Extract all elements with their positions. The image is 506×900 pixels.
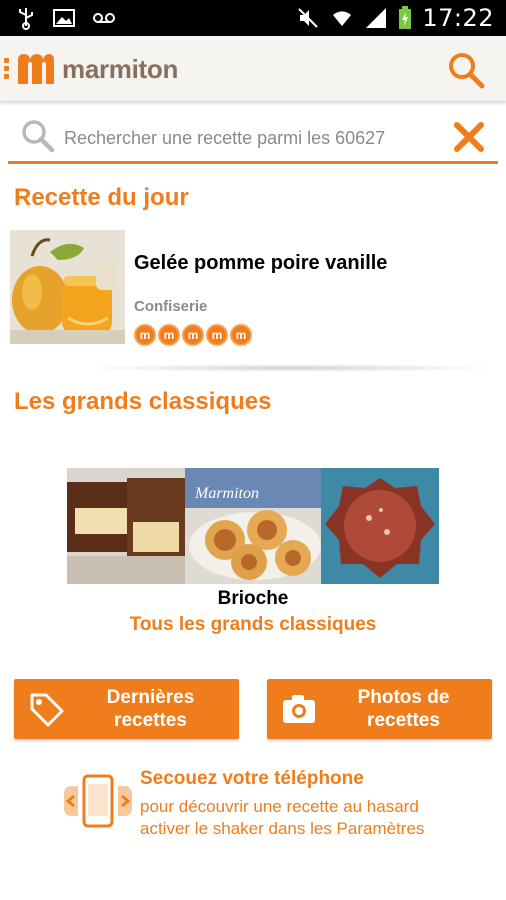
shake-phone-icon: [64, 774, 132, 828]
battery-charging-icon: [399, 6, 412, 29]
recipe-photos-button[interactable]: Photos de recettes: [267, 679, 492, 739]
recipe-photos-label: Photos de recettes: [357, 687, 450, 731]
shaker-title: Secouez votre téléphone: [140, 768, 364, 789]
classics-carousel[interactable]: Marmiton: [67, 468, 439, 584]
recipe-of-day-heading: Recette du jour: [14, 184, 189, 211]
camera-icon: [283, 695, 315, 723]
rating-badge: m: [134, 324, 156, 346]
recipe-of-day-category: Confiserie: [134, 298, 208, 315]
classic-photo-brioche[interactable]: Marmiton: [185, 468, 321, 584]
recipe-of-day-title[interactable]: Gelée pomme poire vanille: [134, 252, 387, 275]
voicemail-icon: [93, 13, 115, 23]
search-field-icon: [22, 120, 55, 153]
shaker-description: pour découvrir une recette au hasard: [140, 797, 419, 816]
wifi-icon: [333, 11, 352, 26]
logo-text: marmiton: [62, 53, 179, 84]
menu-dots-icon[interactable]: [4, 58, 10, 82]
latest-recipes-label: Dernières recettes: [106, 687, 195, 731]
rating-badge: m: [158, 324, 180, 346]
image-icon: [53, 9, 75, 27]
recipe-of-day-photo[interactable]: [10, 230, 125, 344]
latest-recipes-button[interactable]: Dernières recettes: [14, 679, 239, 739]
classic-photo-pie[interactable]: [321, 468, 439, 584]
rating-badge: m: [206, 324, 228, 346]
marmiton-logo-mark: [18, 54, 54, 84]
signal-icon: [366, 8, 387, 28]
mute-icon: [298, 8, 319, 28]
usb-icon: [19, 8, 33, 30]
classic-photo-cake[interactable]: [67, 468, 185, 584]
status-bar: 17:22: [0, 0, 506, 36]
shaker-settings-hint: activer le shaker dans les Paramètres: [140, 819, 425, 838]
tag-icon: [30, 693, 64, 727]
rating-badge: m: [182, 324, 204, 346]
svg-text:Marmiton: Marmiton: [194, 485, 259, 502]
search-input[interactable]: [64, 122, 424, 154]
search-icon[interactable]: [446, 50, 486, 90]
classics-heading: Les grands classiques: [14, 388, 272, 415]
app-bar: marmiton: [0, 36, 506, 102]
search-bar: [8, 112, 498, 164]
recipe-rating: mmmmm: [134, 324, 252, 346]
all-classics-link[interactable]: Tous les grands classiques: [0, 614, 506, 636]
classic-current-name: Brioche: [217, 588, 289, 609]
marmiton-logo[interactable]: marmiton: [16, 52, 178, 86]
clock: 17:22: [422, 4, 494, 32]
rating-badge: m: [230, 324, 252, 346]
close-icon[interactable]: [452, 120, 486, 154]
section-divider: [80, 364, 500, 372]
